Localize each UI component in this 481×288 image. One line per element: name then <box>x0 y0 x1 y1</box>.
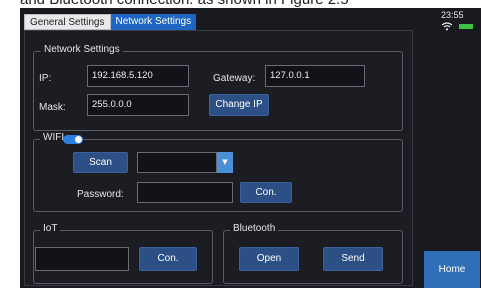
network-settings-group: Network Settings <box>33 44 403 131</box>
iot-legend: IoT <box>40 223 61 234</box>
wifi-toggle[interactable] <box>63 135 83 144</box>
home-button[interactable]: Home <box>424 251 480 288</box>
ip-label: IP: <box>39 73 52 84</box>
bluetooth-legend: Bluetooth <box>230 223 279 234</box>
dropdown-arrow-icon[interactable]: ▼ <box>217 152 233 173</box>
settings-tabs: General Settings Network Settings <box>24 14 197 30</box>
battery-icon <box>459 24 473 29</box>
status-bar <box>441 22 473 31</box>
toggle-knob <box>75 136 82 143</box>
change-ip-button[interactable]: Change IP <box>209 94 269 116</box>
iot-field[interactable] <box>35 247 129 271</box>
tab-network-settings[interactable]: Network Settings <box>110 14 197 30</box>
tab-general-settings[interactable]: General Settings <box>24 14 111 30</box>
scan-button[interactable]: Scan <box>73 152 128 173</box>
caption-text: and Bluetooth connection. as shown in Fi… <box>20 0 349 8</box>
ip-field[interactable]: 192.168.5.120 <box>87 65 189 87</box>
password-field[interactable] <box>137 182 233 203</box>
wifi-network-select[interactable] <box>137 152 217 173</box>
device-screen: General Settings Network Settings 23:55 … <box>20 8 481 288</box>
mask-label: Mask: <box>39 102 66 113</box>
gateway-field[interactable]: 127.0.0.1 <box>265 65 365 87</box>
bluetooth-send-button[interactable]: Send <box>323 247 383 271</box>
status-time: 23:55 <box>441 10 464 20</box>
mask-field[interactable]: 255.0.0.0 <box>87 94 189 116</box>
password-label: Password: <box>77 189 124 200</box>
iot-connect-button[interactable]: Con. <box>139 247 197 271</box>
bluetooth-open-button[interactable]: Open <box>239 247 299 271</box>
network-settings-panel: Network Settings IP: 192.168.5.120 Gatew… <box>24 30 413 286</box>
wifi-icon <box>441 22 453 31</box>
network-settings-legend: Network Settings <box>41 44 123 55</box>
gateway-label: Gateway: <box>213 73 256 84</box>
wifi-connect-button[interactable]: Con. <box>240 182 292 203</box>
